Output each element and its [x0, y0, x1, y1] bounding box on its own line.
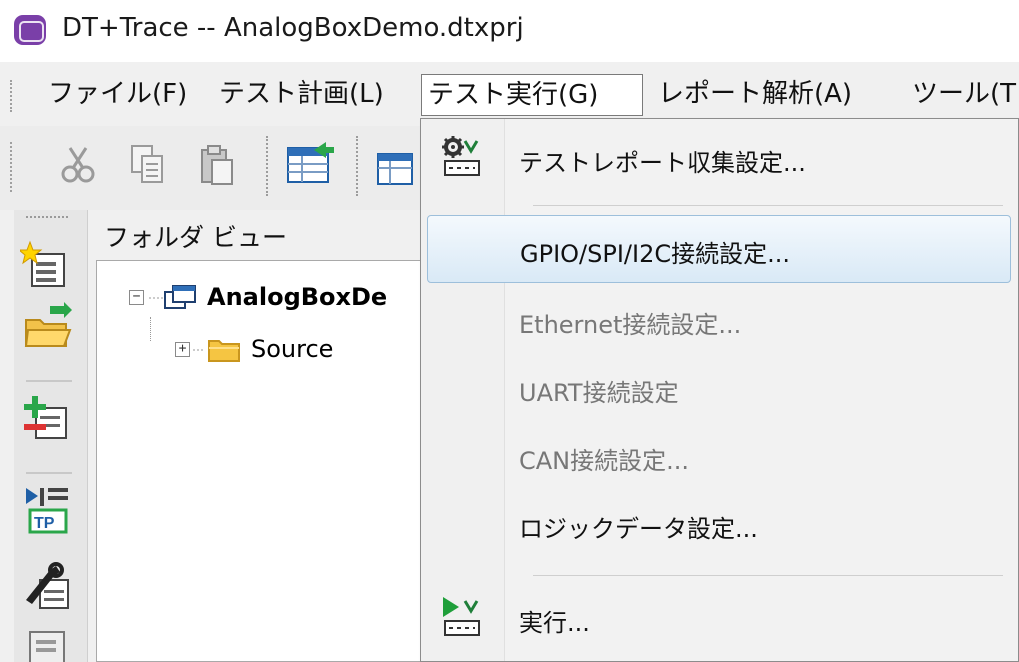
window-title: DT+Trace -- AnalogBoxDemo.dtxprj [62, 13, 524, 43]
tree-label-project: AnalogBoxDe [207, 283, 388, 311]
menu-item-gpio-spi-i2c-settings[interactable]: GPIO/SPI/I2C接続設定... [427, 215, 1011, 283]
add-item-icon[interactable] [20, 392, 74, 444]
folder-tree[interactable]: − AnalogBoxDe + Source [96, 260, 430, 662]
tools-icon[interactable] [20, 560, 74, 612]
tree-node-project[interactable]: − AnalogBoxDe [129, 281, 429, 315]
menubar-grip[interactable] [10, 80, 13, 112]
menu-separator [533, 575, 1003, 576]
open-folder-icon[interactable] [20, 302, 74, 354]
toolbar-separator [266, 136, 268, 196]
gear-collect-icon [442, 136, 480, 176]
menu-test-plan[interactable]: テスト計画(L) [213, 74, 390, 116]
menu-item-test-report-collection[interactable]: テストレポート収集設定... [427, 125, 1011, 193]
menu-label: テストレポート収集設定... [519, 149, 806, 177]
copy-icon[interactable] [126, 140, 170, 188]
test-run-dropdown-menu: テストレポート収集設定... GPIO/SPI/I2C接続設定... Ether… [420, 118, 1019, 662]
test-point-icon[interactable]: TP [20, 484, 74, 536]
toolbar-separator [356, 136, 358, 196]
menu-item-uart-settings: UART接続設定 [427, 355, 1011, 423]
menu-item-logic-data-settings[interactable]: ロジックデータ設定... [427, 491, 1011, 559]
paste-icon[interactable] [194, 140, 238, 188]
menu-tools[interactable]: ツール(T [906, 74, 1019, 116]
menu-label: Ethernet接続設定... [519, 311, 742, 339]
import-table-icon[interactable] [284, 140, 336, 188]
folder-view-title: フォルダ ビュー [104, 223, 287, 252]
tree-label-source: Source [251, 335, 334, 363]
menu-item-can-settings: CAN接続設定... [427, 423, 1011, 491]
tree-node-source[interactable]: + Source [175, 333, 425, 367]
menu-label: ロジックデータ設定... [519, 515, 758, 543]
folder-view-panel: フォルダ ビュー − AnalogBoxDe + Source [90, 210, 430, 662]
app-logo-icon [14, 15, 46, 45]
vertical-toolbar-grip[interactable] [26, 216, 68, 218]
tree-connector [150, 317, 151, 341]
menu-label: CAN接続設定... [519, 447, 690, 475]
folder-icon [208, 340, 240, 362]
vertical-toolbar-separator [26, 380, 72, 382]
table-icon[interactable] [374, 140, 414, 188]
menu-report-analysis[interactable]: レポート解析(A) [652, 74, 858, 116]
title-bar: DT+Trace -- AnalogBoxDemo.dtxprj [0, 0, 1019, 62]
tree-connector [149, 297, 163, 299]
vertical-toolbar-separator [26, 472, 72, 474]
menu-label: UART接続設定 [519, 379, 679, 407]
new-project-icon[interactable] [17, 240, 74, 292]
menu-item-ethernet-settings: Ethernet接続設定... [427, 287, 1011, 355]
menu-label: 実行... [519, 609, 590, 637]
toolbar-grip[interactable] [10, 142, 13, 192]
run-icon [443, 597, 480, 636]
menu-label: GPIO/SPI/I2C接続設定... [520, 240, 790, 268]
folder-view-header: フォルダ ビュー [90, 210, 430, 260]
menu-bar: ファイル(F) テスト計画(L) テスト実行(G) レポート解析(A) ツール(… [0, 62, 1019, 126]
collapse-icon[interactable]: − [129, 290, 144, 305]
menu-item-run[interactable]: 実行... [427, 585, 1011, 653]
menu-test-run[interactable]: テスト実行(G) [421, 74, 643, 116]
cut-icon[interactable] [56, 140, 100, 188]
vertical-toolbar: TP [14, 210, 88, 662]
menu-file[interactable]: ファイル(F) [42, 74, 193, 116]
toolbar [0, 126, 430, 210]
svg-text:TP: TP [34, 515, 55, 532]
tree-connector [193, 349, 205, 351]
menu-separator [533, 205, 1003, 206]
expand-icon[interactable]: + [175, 342, 190, 357]
report-icon[interactable] [20, 626, 74, 662]
project-icon [164, 285, 196, 309]
